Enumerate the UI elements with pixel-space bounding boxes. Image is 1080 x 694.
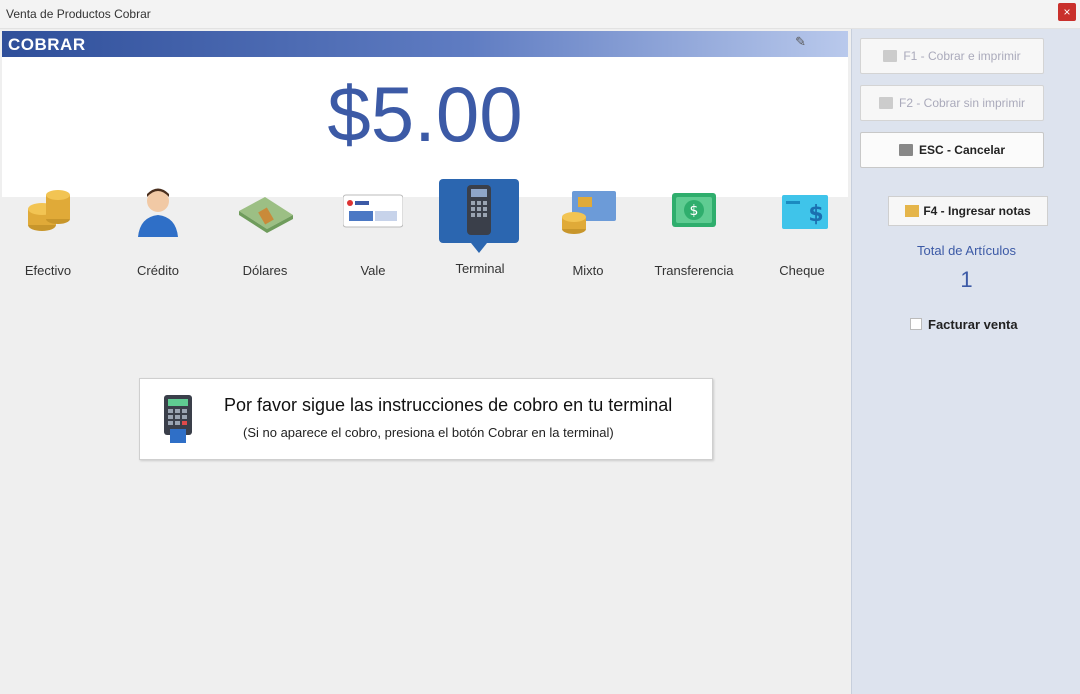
cancel-button[interactable]: ESC - Cancelar (860, 132, 1044, 168)
payment-method-label: Dólares (242, 263, 288, 278)
notice-submessage: (Si no aparece el cobro, presiona el bot… (243, 425, 614, 440)
total-items-label: Total de Artículos (917, 243, 1016, 258)
button-label: F2 - Cobrar sin imprimir (898, 96, 1025, 110)
banknotes-icon (239, 197, 293, 233)
notes-icon (905, 205, 920, 217)
payment-method-label: Efectivo (24, 263, 72, 278)
invoice-checkbox[interactable]: Facturar venta (910, 317, 1018, 332)
terminal-notice: Por favor sigue las instrucciones de cob… (139, 378, 713, 460)
card-terminal-icon (164, 395, 192, 443)
close-button[interactable]: × (1058, 3, 1076, 21)
side-panel: F1 - Cobrar e imprimir F2 - Cobrar sin i… (851, 29, 1080, 694)
payment-method-label: Vale (360, 263, 386, 278)
svg-text:$: $ (690, 203, 699, 219)
button-label: ESC - Cancelar (918, 143, 1006, 157)
keyboard-key-icon (898, 144, 913, 156)
payment-method-transferencia[interactable]: $ Transferencia (646, 177, 742, 289)
payment-method-terminal[interactable]: Terminal (432, 177, 528, 289)
invoice-label: Facturar venta (928, 317, 1018, 332)
cobrar-header: COBRAR ✎ (2, 31, 848, 57)
total-items-value: 1 (960, 267, 973, 292)
header-label: COBRAR (8, 35, 86, 54)
payment-method-label: Terminal (455, 261, 505, 276)
keyboard-key-icon (878, 97, 893, 109)
svg-text:$: $ (808, 202, 823, 227)
payment-method-label: Cheque (779, 263, 825, 278)
transfer-icon: $ (672, 193, 716, 227)
payment-method-vale[interactable]: Vale (325, 177, 421, 289)
button-label: F4 - Ingresar notas (923, 204, 1031, 218)
payment-methods: Efectivo Crédito Dólares Vale Terminal M… (0, 177, 850, 289)
payment-method-label: Transferencia (654, 263, 734, 278)
payment-method-efectivo[interactable]: Efectivo (0, 177, 96, 289)
total-amount: $5.00 (327, 70, 523, 158)
charge-and-print-button[interactable]: F1 - Cobrar e imprimir (860, 38, 1044, 74)
coins-icon (28, 190, 70, 231)
add-notes-button[interactable]: F4 - Ingresar notas (888, 196, 1048, 226)
payment-method-label: Mixto (572, 263, 604, 278)
payment-method-mixto[interactable]: Mixto (540, 177, 636, 289)
card-terminal-icon (439, 179, 519, 253)
keyboard-key-icon (883, 50, 898, 62)
payment-method-label: Crédito (137, 263, 179, 278)
payment-method-dolares[interactable]: Dólares (217, 177, 313, 289)
window-title: Venta de Productos Cobrar (6, 7, 151, 21)
voucher-icon (343, 194, 403, 228)
user-icon (138, 188, 178, 237)
mixed-payment-icon (562, 191, 616, 234)
edit-icon[interactable]: ✎ (795, 34, 806, 50)
title-bar: Venta de Productos Cobrar × (0, 0, 1080, 29)
amount-area: $5.00 (2, 57, 848, 197)
checkbox-icon[interactable] (910, 318, 922, 330)
notice-message: Por favor sigue las instrucciones de cob… (224, 395, 673, 415)
payment-method-credito[interactable]: Crédito (110, 177, 206, 289)
button-label: F1 - Cobrar e imprimir (903, 49, 1021, 63)
payment-method-cheque[interactable]: $ Cheque (754, 177, 850, 289)
main-panel: COBRAR ✎ $5.00 Efectivo Crédito Dólares … (0, 29, 850, 694)
charge-without-print-button[interactable]: F2 - Cobrar sin imprimir (860, 85, 1044, 121)
check-icon: $ (782, 195, 828, 229)
